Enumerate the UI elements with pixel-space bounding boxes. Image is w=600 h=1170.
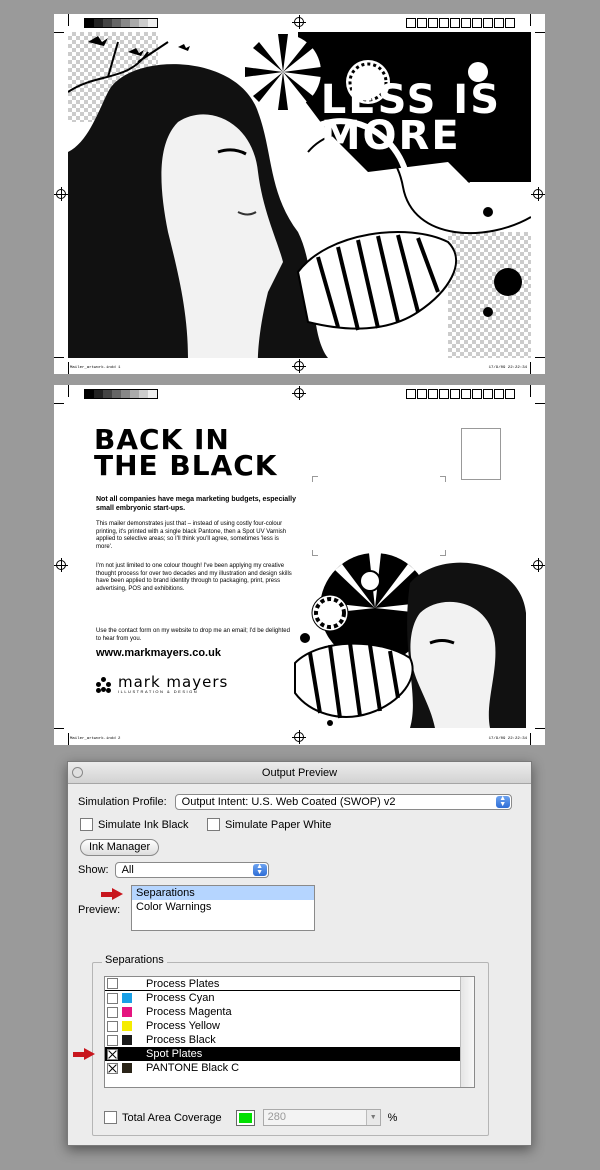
checkbox-box[interactable] [80,818,93,831]
slug-timestamp: 17/9/09 22:22:34 [488,366,527,370]
panel-titlebar[interactable]: Output Preview [68,762,531,784]
separation-checkbox[interactable] [107,1048,118,1060]
separation-row[interactable]: PANTONE Black C [105,1061,474,1075]
separation-checkbox[interactable] [107,1034,118,1046]
percent-label: % [387,1111,398,1124]
separation-label: Spot Plates [146,1048,203,1060]
chevron-updown-icon: ▲ ▼ [252,863,267,876]
registration-mark-icon [54,558,68,572]
show-label: Show: [78,864,109,876]
color-swatch [122,1021,132,1031]
gray-ramp-bar [84,18,158,28]
total-area-coverage-value: 280 [267,1111,287,1123]
mark-mayers-logo: mark mayers ILLUSTRATION & DESIGN [96,675,228,694]
separation-checkbox[interactable] [107,1062,118,1074]
ink-manager-button[interactable]: Ink Manager [80,839,160,856]
registration-mark-icon [531,558,545,572]
intro-text: Not all companies have mega marketing bu… [96,496,296,512]
preview-option-color-warnings[interactable]: Color Warnings [132,900,314,914]
artwork-page-1: LESS IS MORE Mailer_artwork.indd 1 17/9/… [54,14,545,374]
simulate-ink-black-label: Simulate Ink Black [98,818,189,831]
preview-label: Preview: [78,904,121,916]
separations-group-label: Separations [102,954,167,966]
simulation-profile-select[interactable]: Output Intent: U.S. Web Coated (SWOP) v2… [174,794,512,810]
chevron-down-icon[interactable]: ▼ [365,1110,380,1125]
registration-mark-icon [292,15,306,29]
panel-title: Output Preview [261,767,338,779]
separation-label: Process Yellow [146,1020,220,1032]
simulation-profile-label: Simulation Profile: [78,796,167,808]
swatch-empty [122,1049,132,1059]
registration-mark-icon [292,730,306,744]
back-in-the-black-title: BACK IN THE BLACK [94,426,278,482]
show-select[interactable]: All ▲ ▼ [114,862,269,878]
separation-checkbox[interactable] [107,1006,118,1018]
color-swatch [122,1063,132,1073]
red-arrow-icon [101,888,123,900]
headline-line-2: MORE [320,113,461,159]
show-value: All [121,864,134,876]
registration-mark-icon [292,359,306,373]
simulate-ink-black-checkbox[interactable]: Simulate Ink Black [80,818,188,831]
color-bar [405,389,515,399]
simulate-paper-white-label: Simulate Paper White [225,818,332,831]
registration-mark-icon [292,386,306,400]
simulation-profile-value: Output Intent: U.S. Web Coated (SWOP) v2 [181,796,396,808]
body-paragraph-3: Use the contact form on my website to dr… [96,628,290,642]
separation-checkbox[interactable] [107,1020,118,1032]
separation-row-selected[interactable]: Spot Plates [105,1047,474,1061]
separation-checkbox[interactable] [107,992,118,1004]
separation-label: Process Plates [146,977,220,990]
separation-row[interactable]: Process Yellow [105,1019,474,1033]
separation-row[interactable]: Process Plates [105,977,474,991]
registration-mark-icon [54,187,68,201]
simulate-paper-white-checkbox[interactable]: Simulate Paper White [207,818,331,831]
separation-row[interactable]: Process Cyan [105,991,474,1005]
color-swatch [122,1035,132,1045]
gray-ramp-bar [84,389,158,399]
cover-illustration: LESS IS MORE [68,32,531,358]
separation-label: PANTONE Black C [146,1062,240,1074]
logo-name: mark mayers [118,673,229,691]
close-icon[interactable] [72,767,83,778]
color-swatch [122,1007,132,1017]
separations-scrollbar[interactable] [460,977,474,1087]
checkbox-box[interactable] [207,818,220,831]
back-illustration [294,553,526,728]
registration-mark-icon [531,187,545,201]
total-area-coverage-checkbox[interactable] [104,1111,117,1124]
separation-label: Process Cyan [146,992,215,1004]
separation-checkbox[interactable] [107,978,118,989]
logo-hexagon-icon [96,676,112,693]
artwork-page-2: BACK IN THE BLACK Not all companies have… [54,385,545,745]
total-area-coverage-label: Total Area Coverage [122,1111,222,1124]
red-arrow-icon [73,1048,95,1060]
coverage-color-swatch[interactable] [235,1109,255,1126]
website-url: www.markmayers.co.uk [96,647,221,659]
color-swatch [122,993,132,1003]
separation-label: Process Black [146,1034,216,1046]
separation-row[interactable]: Process Magenta [105,1005,474,1019]
title-line-2: THE BLACK [94,449,278,482]
slug-filename: Mailer_artwork.indd 1 [70,366,121,370]
preview-listbox[interactable]: Separations Color Warnings [131,885,315,931]
body-paragraph-1: This mailer demonstrates just that – ins… [96,521,287,550]
slug-timestamp: 17/9/09 22:22:34 [488,737,527,741]
body-paragraph-2: I'm not just limited to one colour thoug… [96,563,292,592]
slug-filename: Mailer_artwork.indd 2 [70,737,121,741]
address-corner [312,476,318,482]
separation-row[interactable]: Process Black [105,1033,474,1047]
separation-label: Process Magenta [146,1006,232,1018]
swatch-empty [122,979,132,989]
chevron-updown-icon: ▲ ▼ [495,795,510,808]
address-corner [440,476,446,482]
less-is-more-headline: LESS IS MORE [320,80,501,159]
separations-list[interactable]: Process Plates Process Cyan Process Mage… [104,976,475,1088]
total-area-coverage-combo[interactable]: 280 ▼ [262,1109,381,1126]
stamp-placeholder [461,428,501,480]
preview-option-separations[interactable]: Separations [132,886,314,900]
color-bar [405,18,515,28]
output-preview-panel: Output Preview Simulation Profile: Outpu… [67,761,532,1146]
